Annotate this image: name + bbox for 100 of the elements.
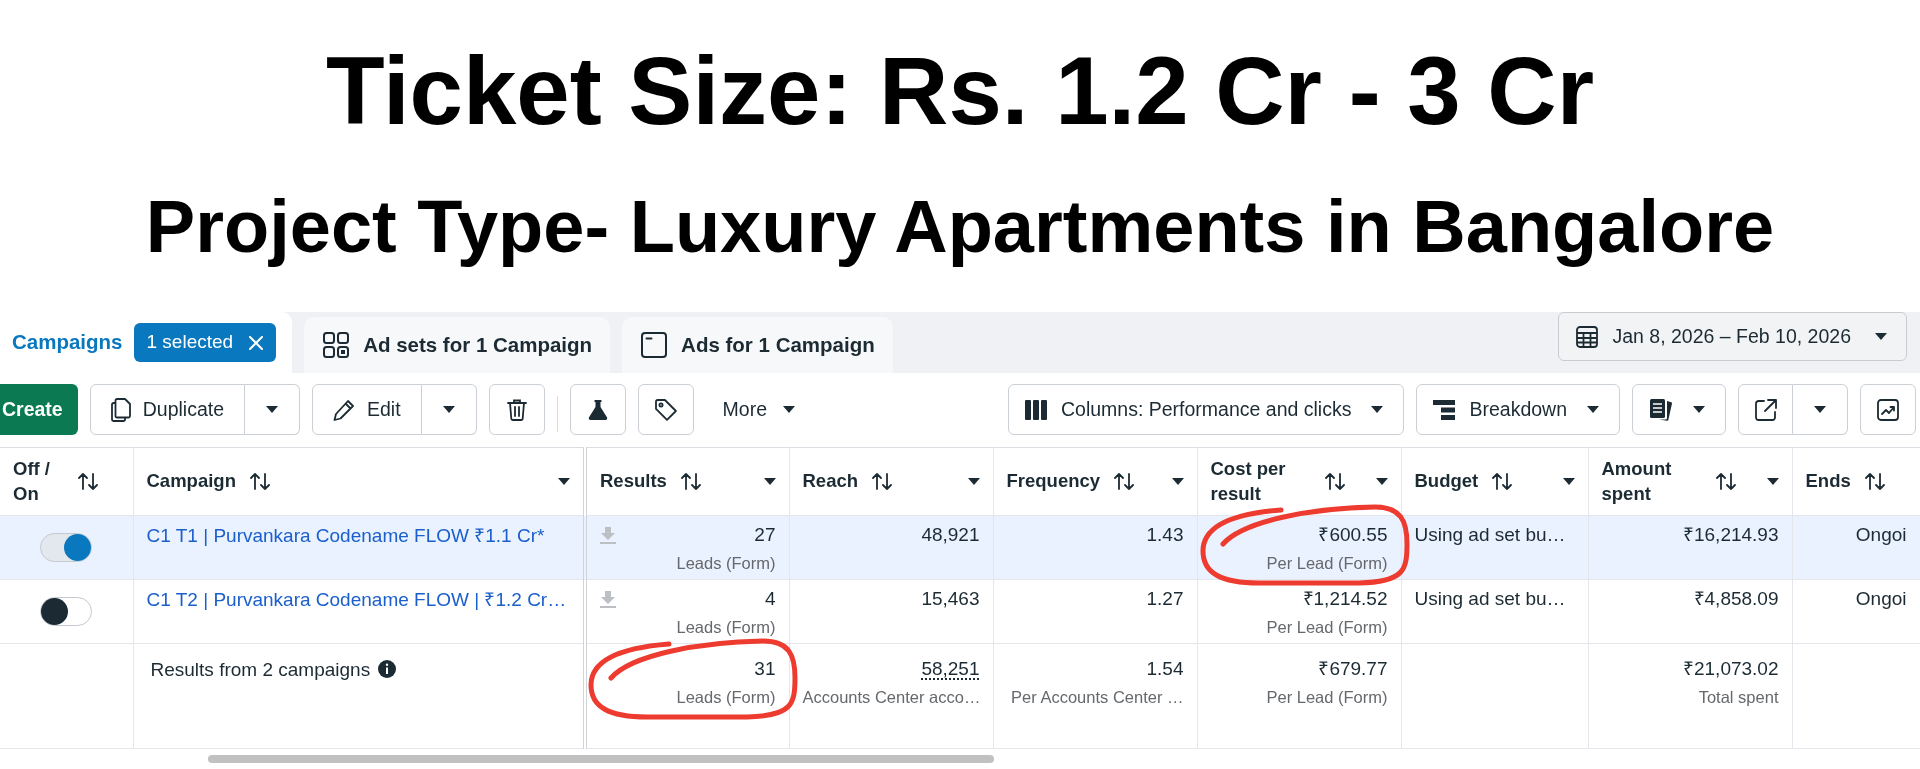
- cell-value: 48,921: [921, 523, 980, 547]
- calendar-icon: [1576, 325, 1599, 348]
- date-range-button[interactable]: Jan 8, 2026 – Feb 10, 2026: [1558, 312, 1907, 361]
- create-button[interactable]: Create: [0, 384, 78, 435]
- tab[interactable]: Ads for 1 Campaign: [622, 317, 893, 373]
- pages-icon: [110, 397, 131, 422]
- pencil-icon: [333, 398, 355, 421]
- sort-icon[interactable]: [1715, 473, 1736, 490]
- sort-icon[interactable]: [1492, 473, 1513, 490]
- cell-caption: Leads (Form): [675, 687, 776, 708]
- cell-value: ₹679.77: [1318, 657, 1388, 681]
- columns-button[interactable]: Columns: Performance and clicks: [1008, 384, 1405, 435]
- caret-icon[interactable]: [763, 478, 776, 485]
- caret-icon: [783, 406, 796, 413]
- scrollbar-thumb[interactable]: [208, 755, 994, 763]
- campaign-link[interactable]: C1 T1 | Purvankara Codename FLOW ₹1.1 Cr*: [146, 523, 545, 549]
- duplicate-button[interactable]: Duplicate: [89, 384, 245, 435]
- sort-icon[interactable]: [1114, 473, 1135, 490]
- trend-chart-icon: [1877, 398, 1899, 421]
- stacked-bars-icon: [1433, 399, 1456, 420]
- grid-icon: [323, 332, 350, 358]
- cell-value: 27: [754, 523, 776, 547]
- caret-icon[interactable]: [1766, 478, 1779, 485]
- toggle-switch[interactable]: [40, 597, 93, 627]
- cell-value: ₹4,858.09: [1693, 587, 1779, 611]
- delete-button[interactable]: [488, 384, 545, 435]
- cell-value: 31: [754, 657, 776, 681]
- caret-icon[interactable]: [1375, 478, 1388, 485]
- sort-icon[interactable]: [872, 473, 893, 490]
- column-header: Amount spent: [1601, 457, 1673, 506]
- documents-icon: [1649, 397, 1673, 422]
- column-header: Budget: [1414, 469, 1479, 494]
- caret-icon: [266, 406, 278, 413]
- cell-value: Using ad set bu…: [1414, 523, 1566, 547]
- caret-icon: [1814, 406, 1826, 413]
- table-row[interactable]: C1 T2 | Purvankara Codename FLOW | ₹1.2 Cr… 4 Leads (Form) 15,463 1.27 ₹1,214.52 Per Lead (Form) Using ad set bu… ₹4,858.09 Ongoi: [0, 579, 1920, 644]
- export-button[interactable]: [1738, 384, 1793, 435]
- tab[interactable]: Ad sets for 1 Campaign: [304, 317, 611, 373]
- breakdown-button[interactable]: Breakdown: [1416, 384, 1620, 435]
- cell-caption: Total spent: [1697, 687, 1779, 708]
- cell-caption: Leads (Form): [675, 617, 776, 638]
- tab[interactable]: Campaigns 1 selected: [0, 312, 293, 373]
- flask-icon: [587, 398, 608, 421]
- summary-label: Results from 2 campaigns: [150, 658, 371, 682]
- test-button[interactable]: [569, 384, 626, 435]
- selection-chip[interactable]: 1 selected: [133, 323, 277, 362]
- caret-icon[interactable]: [1562, 478, 1575, 485]
- more-button[interactable]: More: [705, 384, 813, 435]
- column-header: Results: [600, 469, 667, 494]
- cell-value: Ongoi: [1855, 523, 1907, 547]
- cell-value: Ongoi: [1855, 587, 1907, 611]
- sort-icon[interactable]: [1864, 473, 1885, 490]
- sort-icon[interactable]: [249, 473, 270, 490]
- sort-icon[interactable]: [680, 473, 701, 490]
- trash-icon: [506, 398, 527, 421]
- columns-icon: [1025, 399, 1047, 420]
- column-header: Reach: [802, 469, 859, 494]
- cell-value: Using ad set bu…: [1414, 587, 1566, 611]
- column-header: Cost per result: [1210, 457, 1287, 506]
- caret-icon[interactable]: [1171, 478, 1184, 485]
- caret-icon: [1587, 406, 1599, 413]
- cell-caption: Per Lead (Form): [1265, 687, 1388, 708]
- caret-icon: [1875, 333, 1887, 340]
- toggle-switch[interactable]: [40, 533, 93, 563]
- insights-button[interactable]: [1860, 384, 1916, 435]
- caret-icon[interactable]: [558, 478, 570, 485]
- table-row[interactable]: C1 T1 | Purvankara Codename FLOW ₹1.1 Cr* 27 Leads (Form) 48,921 1.43 ₹600.55 Per Lead (Form) Using ad set bu… ₹16,214.93 Ongoi: [0, 515, 1920, 580]
- caret-icon: [442, 406, 455, 413]
- cell-value: 4: [764, 587, 776, 611]
- caret-icon[interactable]: [967, 478, 980, 485]
- caret-icon: [1371, 406, 1384, 413]
- cell-caption: Per Accounts Center …: [1010, 687, 1184, 708]
- sort-icon[interactable]: [77, 473, 98, 490]
- window-icon: [641, 332, 668, 358]
- cell-value: ₹21,073.02: [1682, 657, 1779, 681]
- cell-caption: Per Lead (Form): [1265, 617, 1388, 638]
- campaign-link[interactable]: C1 T2 | Purvankara Codename FLOW | ₹1.2 Cr…: [146, 587, 567, 613]
- cell-value: 1.54: [1146, 657, 1184, 681]
- headline: Ticket Size: Rs. 1.2 Cr - 3 Cr: [324, 43, 1596, 139]
- cell-value: ₹600.55: [1318, 523, 1388, 547]
- tag-button[interactable]: [637, 384, 694, 435]
- sort-icon[interactable]: [1324, 473, 1345, 490]
- caret-icon: [1693, 406, 1705, 413]
- cell-value: 1.27: [1146, 587, 1184, 611]
- cell-value: 15,463: [921, 587, 980, 611]
- column-header: Ends: [1805, 469, 1851, 494]
- close-icon[interactable]: [249, 335, 264, 350]
- export-icon: [1754, 398, 1777, 421]
- cell-value: 1.43: [1146, 523, 1184, 547]
- cell-value: ₹16,214.93: [1682, 523, 1779, 547]
- reports-button[interactable]: [1632, 384, 1726, 435]
- tag-icon: [654, 398, 677, 421]
- info-icon[interactable]: [378, 660, 397, 678]
- cell-value: 58,251: [921, 657, 980, 681]
- cell-caption: Per Lead (Form): [1265, 553, 1388, 574]
- edit-button[interactable]: Edit: [312, 384, 422, 435]
- cell-caption: Accounts Center acco…: [802, 687, 980, 708]
- cell-caption: Leads (Form): [675, 553, 776, 574]
- column-header: Campaign: [146, 469, 236, 494]
- column-header: Frequency: [1006, 469, 1101, 494]
